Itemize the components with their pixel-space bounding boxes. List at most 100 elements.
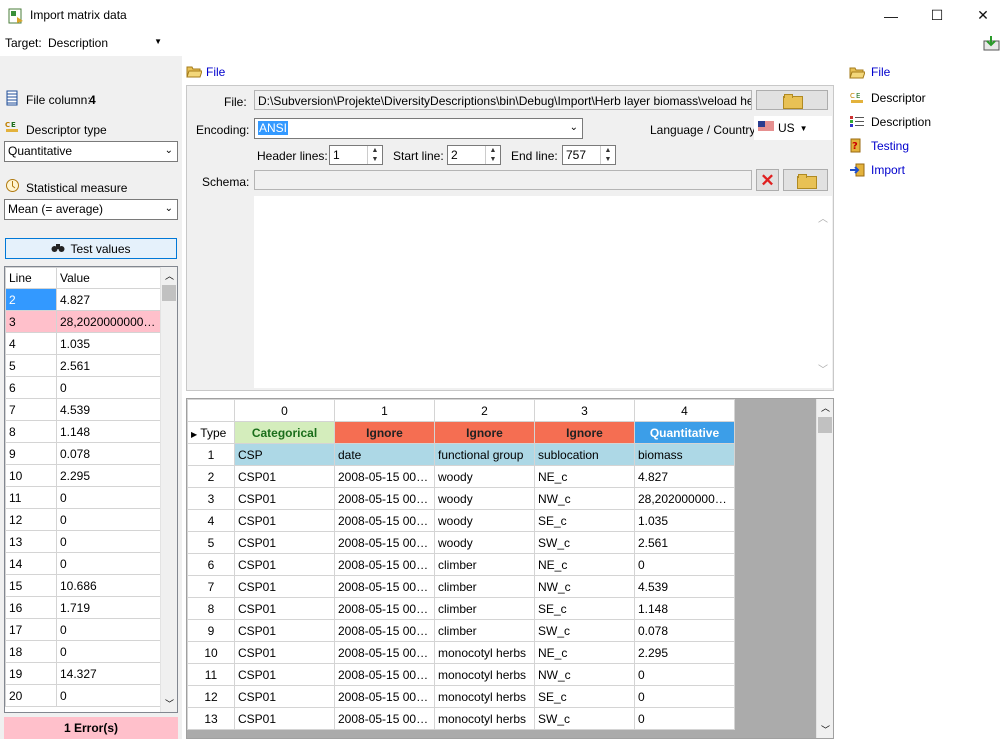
list-item[interactable]: 19 14.327 (5, 662, 162, 685)
grid-cell[interactable]: 2.561 (634, 531, 735, 554)
grid-cell[interactable]: CSP01 (234, 663, 335, 686)
grid-cell[interactable]: NW_c (534, 487, 635, 510)
table-row[interactable]: 7 CSP01 2008-05-15 00:0... climber NW_c 4.539 (187, 575, 735, 598)
grid-cell[interactable]: NE_c (534, 465, 635, 488)
file-preview-area[interactable]: ︿ ﹀ (254, 196, 832, 388)
grid-cell[interactable]: 0.078 (634, 619, 735, 642)
nav-item-file[interactable]: File (849, 64, 890, 80)
table-row[interactable]: 13 CSP01 2008-05-15 00:0... monocotyl herbs… (187, 707, 735, 730)
grid-cell[interactable]: SW_c (534, 707, 635, 730)
nav-item-testing[interactable]: ? Testing (849, 138, 909, 154)
list-item[interactable]: 15 10.686 (5, 574, 162, 597)
grid-cell[interactable]: 2008-05-15 00:0... (334, 685, 435, 708)
maximize-button[interactable]: ☐ (914, 0, 960, 31)
grid-cell[interactable]: 0 (634, 685, 735, 708)
header-cell[interactable]: functional group (434, 443, 535, 466)
grid-cell[interactable]: climber (434, 575, 535, 598)
grid-cell[interactable]: CSP01 (234, 465, 335, 488)
descriptor-type-select[interactable]: Quantitative ⌄ (4, 141, 178, 162)
list-item[interactable]: 9 0.078 (5, 442, 162, 465)
grid-cell[interactable]: 2008-05-15 00:0... (334, 597, 435, 620)
test-values-list[interactable]: Line Value 2 4.827 3 28,202000000000... 4 1.0… (4, 266, 178, 713)
grid-cell[interactable]: NE_c (534, 641, 635, 664)
grid-cell[interactable]: woody (434, 487, 535, 510)
grid-cell[interactable]: CSP01 (234, 575, 335, 598)
grid-cell[interactable]: 2008-05-15 00:0... (334, 641, 435, 664)
column-number-header[interactable]: 2 (434, 399, 535, 422)
language-select[interactable]: US ▼ (754, 116, 832, 140)
table-row[interactable]: 6 CSP01 2008-05-15 00:0... climber NE_c 0 (187, 553, 735, 576)
header-cell[interactable]: date (334, 443, 435, 466)
column-type-cell[interactable]: Ignore (534, 421, 635, 444)
grid-cell[interactable]: 2008-05-15 00:0... (334, 553, 435, 576)
grid-cell[interactable]: woody (434, 465, 535, 488)
grid-cell[interactable]: 2008-05-15 00:0... (334, 465, 435, 488)
column-header-line[interactable]: Line (5, 267, 57, 289)
grid-cell[interactable]: CSP01 (234, 641, 335, 664)
grid-cell[interactable]: 2008-05-15 00:0... (334, 531, 435, 554)
scroll-down-icon[interactable]: ﹀ (818, 361, 828, 376)
table-row[interactable]: 9 CSP01 2008-05-15 00:0... climber SW_c 0.078 (187, 619, 735, 642)
column-number-header[interactable]: 4 (634, 399, 735, 422)
grid-cell[interactable]: 2008-05-15 00:0... (334, 707, 435, 730)
list-item[interactable]: 18 0 (5, 640, 162, 663)
grid-cell[interactable]: NW_c (534, 575, 635, 598)
column-number-header[interactable]: 1 (334, 399, 435, 422)
table-row[interactable]: 2 CSP01 2008-05-15 00:0... woody NE_c 4.827 (187, 465, 735, 488)
grid-cell[interactable]: monocotyl herbs (434, 641, 535, 664)
column-type-cell[interactable]: Ignore (334, 421, 435, 444)
list-item[interactable]: 10 2.295 (5, 464, 162, 487)
list-item[interactable]: 60 (5, 376, 162, 399)
grid-cell[interactable]: 0 (634, 707, 735, 730)
list-item[interactable]: 14 0 (5, 552, 162, 575)
column-header-value[interactable]: Value (56, 267, 162, 289)
table-row[interactable]: 10 CSP01 2008-05-15 00:0... monocotyl herbs… (187, 641, 735, 664)
grid-cell[interactable]: climber (434, 619, 535, 642)
table-row[interactable]: 12 CSP01 2008-05-15 00:0... monocotyl herbs… (187, 685, 735, 708)
grid-cell[interactable]: NE_c (534, 553, 635, 576)
list-item[interactable]: 7 4.539 (5, 398, 162, 421)
grid-cell[interactable]: 2.295 (634, 641, 735, 664)
grid-cell[interactable]: 0 (634, 663, 735, 686)
grid-cell[interactable]: 2008-05-15 00:0... (334, 619, 435, 642)
grid-cell[interactable]: 2008-05-15 00:0... (334, 663, 435, 686)
grid-cell[interactable]: 0 (634, 553, 735, 576)
export-icon[interactable] (983, 35, 1000, 51)
spinner-arrows-icon[interactable]: ▲ ▼ (600, 146, 615, 164)
scrollbar-thumb[interactable] (818, 417, 832, 433)
end-line-spinner[interactable]: 757 ▲ ▼ (562, 145, 616, 165)
list-item[interactable]: 11 0 (5, 486, 162, 509)
file-path-field[interactable]: D:\Subversion\Projekte\DiversityDescript… (254, 90, 752, 110)
list-item[interactable]: 12 0 (5, 508, 162, 531)
clear-schema-button[interactable]: ✕ (756, 169, 779, 191)
grid-cell[interactable]: climber (434, 597, 535, 620)
grid-cell[interactable]: CSP01 (234, 509, 335, 532)
vertical-scrollbar[interactable]: ︿ ﹀ (160, 267, 177, 712)
statistical-measure-select[interactable]: Mean (= average) ⌄ (4, 199, 178, 220)
table-row[interactable]: 1 CSP date functional group sublocation bioma… (187, 443, 735, 466)
grid-cell[interactable]: CSP01 (234, 619, 335, 642)
list-item[interactable]: 20 0 (5, 684, 162, 707)
scroll-down-icon[interactable]: ﹀ (165, 697, 174, 710)
grid-cell[interactable]: 1.035 (634, 509, 735, 532)
list-item[interactable]: 3 28,202000000000... (5, 310, 162, 333)
grid-cell[interactable]: woody (434, 531, 535, 554)
table-row[interactable]: 11 CSP01 2008-05-15 00:0... monocotyl herbs… (187, 663, 735, 686)
list-item[interactable]: 4 1.035 (5, 332, 162, 355)
column-type-cell[interactable]: Ignore (434, 421, 535, 444)
grid-cell[interactable]: 1.148 (634, 597, 735, 620)
grid-cell[interactable]: CSP01 (234, 707, 335, 730)
column-number-header[interactable]: 3 (534, 399, 635, 422)
grid-vertical-scrollbar[interactable]: ︿ ﹀ (816, 399, 833, 738)
grid-cell[interactable]: CSP01 (234, 531, 335, 554)
table-row[interactable]: 5 CSP01 2008-05-15 00:0... woody SW_c 2.561 (187, 531, 735, 554)
data-grid[interactable]: 01234 ▶ Type Categorical Ignore Ignore Igno… (186, 398, 834, 739)
grid-cell[interactable]: 2008-05-15 00:0... (334, 575, 435, 598)
minimize-button[interactable]: — (868, 0, 914, 31)
grid-cell[interactable]: monocotyl herbs (434, 663, 535, 686)
start-line-spinner[interactable]: 2 ▲ ▼ (447, 145, 501, 165)
encoding-select[interactable]: ANSI ⌄ (254, 118, 583, 139)
column-type-cell[interactable]: Categorical (234, 421, 335, 444)
spinner-arrows-icon[interactable]: ▲ ▼ (367, 146, 382, 164)
header-lines-spinner[interactable]: 1 ▲ ▼ (329, 145, 383, 165)
